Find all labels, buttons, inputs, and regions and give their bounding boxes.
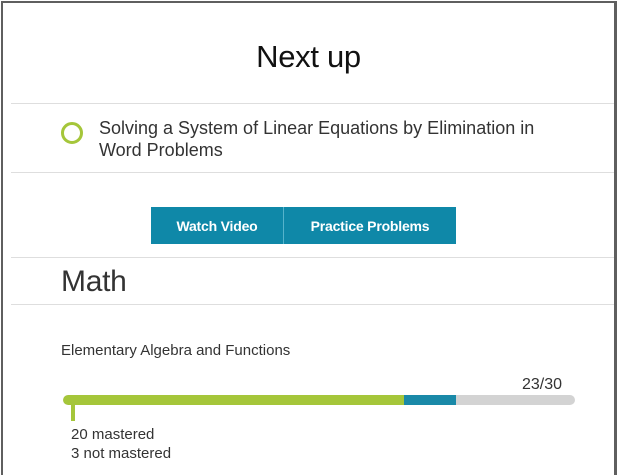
not-mastered-count: 3 not mastered	[71, 445, 172, 462]
divider	[11, 103, 614, 104]
progress-count: 23/30	[522, 376, 563, 393]
lesson-status-circle-icon	[61, 122, 83, 144]
panel-frame: Next up Solving a System of Linear Equat…	[1, 1, 617, 475]
divider	[11, 257, 614, 258]
next-up-header: Next up	[3, 13, 614, 103]
divider	[11, 304, 614, 305]
next-up-title: Next up	[256, 39, 361, 74]
mastery-stats: 20 mastered 3 not mastered	[71, 425, 171, 463]
progress-not-mastered-segment	[404, 395, 456, 405]
topic-name[interactable]: Elementary Algebra and Functions	[61, 342, 290, 359]
watch-video-button[interactable]: Watch Video	[151, 207, 284, 244]
subject-title: Math	[61, 265, 127, 298]
practice-problems-button[interactable]: Practice Problems	[284, 207, 456, 244]
progress-mastered-segment	[63, 395, 405, 405]
mastered-count: 20 mastered	[71, 426, 155, 443]
progress-marker	[71, 401, 75, 421]
lesson-title[interactable]: Solving a System of Linear Equations by …	[99, 117, 539, 161]
divider	[11, 172, 614, 173]
topic-progress-bar	[63, 395, 575, 405]
lesson-actions: Watch Video Practice Problems	[151, 207, 456, 244]
